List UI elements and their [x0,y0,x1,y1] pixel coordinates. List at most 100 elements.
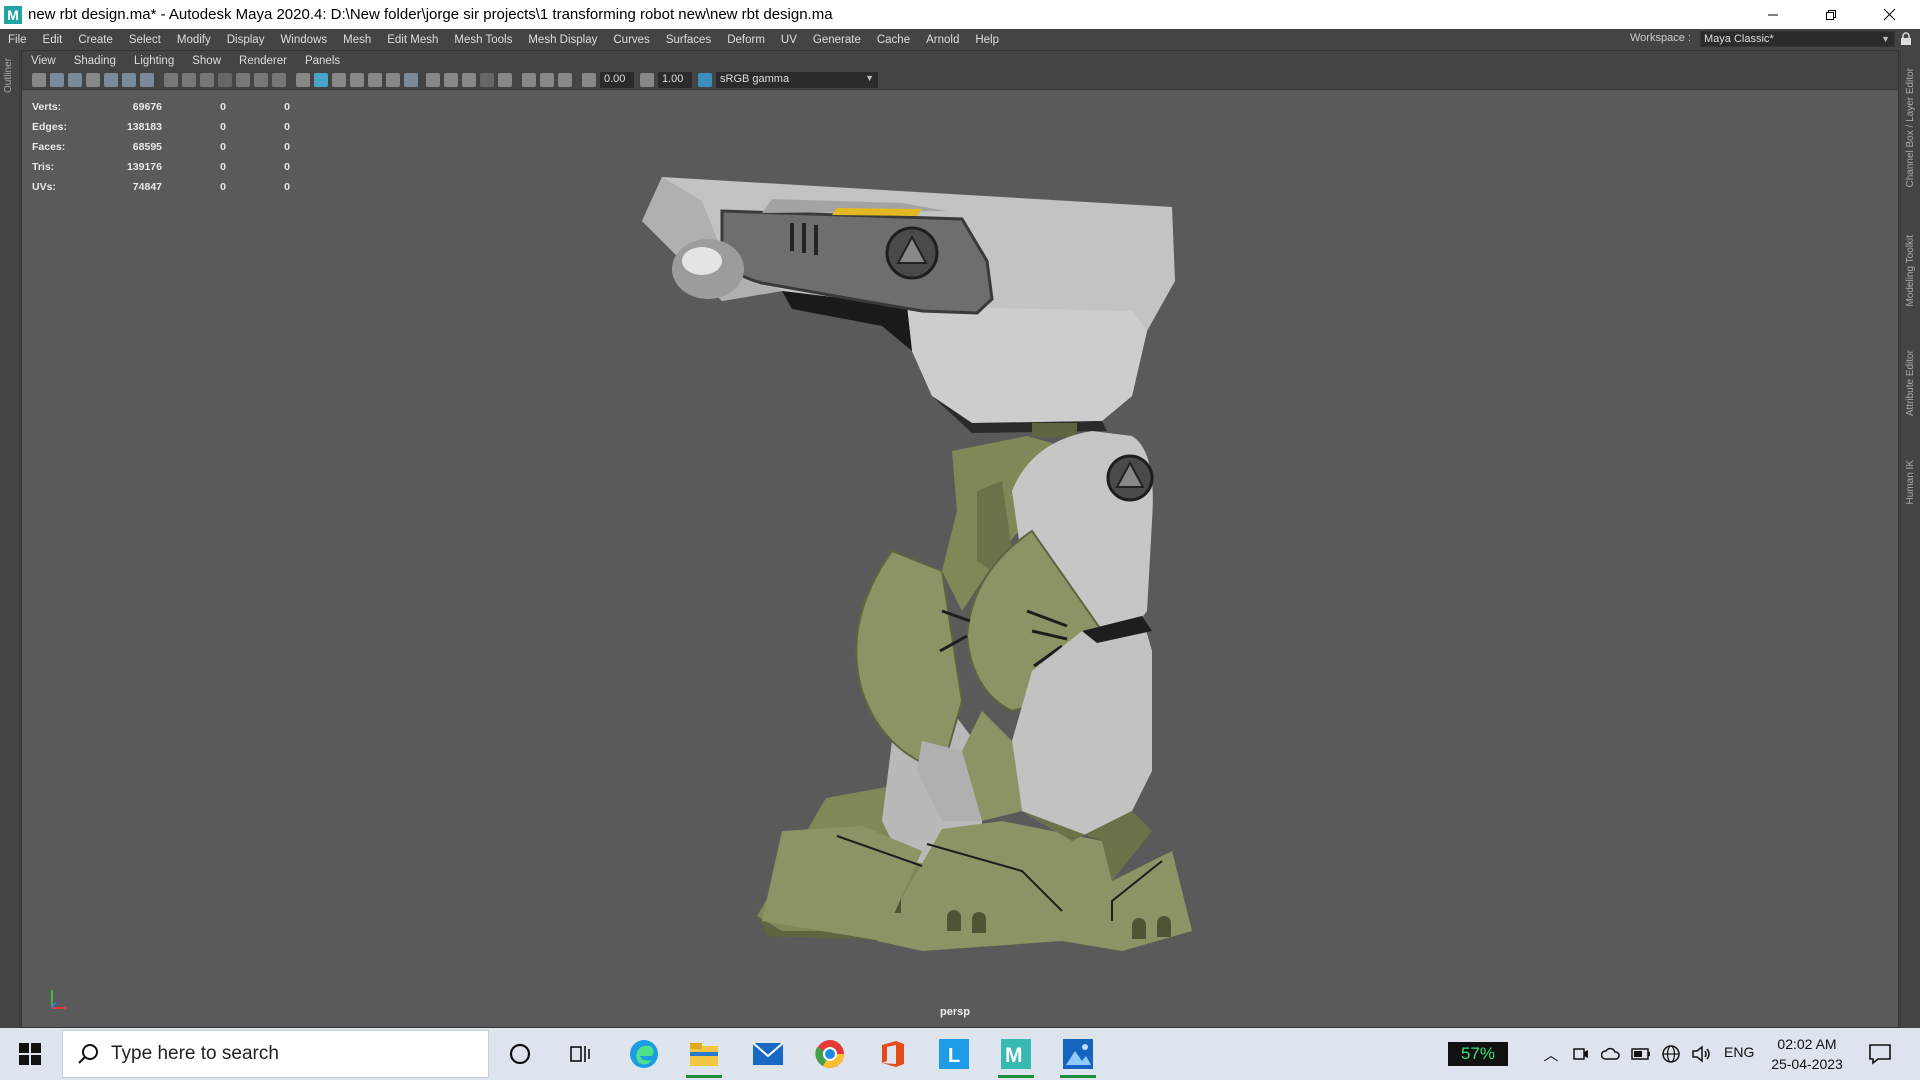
taskbar-search-box[interactable]: Type here to search [62,1030,489,1078]
camera-name-label: persp [940,1006,970,1018]
outliner-tab[interactable]: Outliner [3,58,14,93]
menu-cache[interactable]: Cache [869,34,918,46]
l-app-icon: L [939,1039,969,1069]
chevron-down-icon: ▼ [1881,34,1890,44]
battery-icon [1631,1048,1650,1060]
workspace-dropdown[interactable]: Maya Classic* ▼ [1700,31,1895,47]
workspace-label: Workspace : [1630,32,1691,44]
hud-row-tris: Tris: 139176 0 0 [32,161,290,173]
title-bar: M new rbt design.ma* - Autodesk Maya 202… [0,0,1920,29]
restore-icon [1826,9,1836,20]
channel-box-tab[interactable]: Channel Box / Layer Editor [1905,68,1916,188]
menu-mesh[interactable]: Mesh [335,34,379,46]
svg-text:L: L [948,1045,960,1067]
robot-model-render[interactable] [22,51,1900,1029]
menu-uv[interactable]: UV [773,34,805,46]
menu-windows[interactable]: Windows [272,34,335,46]
camera-icon [1573,1048,1588,1060]
workspace-value: Maya Classic* [1704,33,1774,45]
menu-curves[interactable]: Curves [605,34,657,46]
back-knee-pad [855,549,964,773]
window-title: new rbt design.ma* - Autodesk Maya 2020.… [28,6,833,23]
hud-row-faces: Faces: 68595 0 0 [32,141,290,153]
menu-arnold[interactable]: Arnold [918,34,967,46]
show-hidden-icons-button[interactable]: ︿ [1540,1043,1562,1065]
menu-edit-mesh[interactable]: Edit Mesh [379,34,446,46]
minimize-icon [1768,14,1778,15]
close-button[interactable] [1860,0,1918,29]
mail-icon [752,1042,784,1065]
start-button[interactable] [0,1028,60,1080]
menu-generate[interactable]: Generate [805,34,869,46]
network-button[interactable] [1660,1043,1682,1065]
volume-button[interactable] [1690,1043,1712,1065]
maya-taskbar-button[interactable]: M [994,1032,1038,1078]
search-placeholder: Type here to search [111,1043,279,1064]
menu-file[interactable]: File [0,34,35,46]
edge-taskbar-button[interactable] [622,1032,666,1076]
yellow-accent-stripe [832,208,922,216]
modeling-toolkit-tab[interactable]: Modeling Toolkit [1905,235,1916,307]
menu-deform[interactable]: Deform [719,34,773,46]
menu-edit[interactable]: Edit [35,34,71,46]
menu-select[interactable]: Select [121,34,169,46]
file-explorer-icon [690,1043,718,1066]
toe-notch-4 [1157,916,1171,937]
maya-app-icon: M [4,5,22,24]
onedrive-button[interactable] [1600,1043,1622,1065]
menu-mesh-display[interactable]: Mesh Display [520,34,605,46]
input-language-indicator[interactable]: ENG [1724,1044,1754,1060]
menu-display[interactable]: Display [219,34,273,46]
lock-icon[interactable] [1900,32,1912,46]
globe-icon [1662,1045,1680,1063]
task-view-button[interactable] [558,1032,602,1076]
svg-text:M: M [1005,1044,1023,1067]
meet-now-button[interactable] [1570,1043,1592,1065]
l-app-taskbar-button[interactable]: L [932,1032,976,1076]
attribute-editor-tab[interactable]: Attribute Editor [1905,350,1916,416]
clock-time: 02:02 AM [1777,1036,1837,1052]
hud-row-verts: Verts: 69676 0 0 [32,101,290,113]
file-explorer-taskbar-button[interactable] [682,1032,726,1078]
maya-icon: M [1001,1039,1031,1069]
minimize-button[interactable] [1744,0,1802,29]
chrome-taskbar-button[interactable] [808,1032,852,1076]
photos-icon [1063,1039,1093,1069]
windows-taskbar: Type here to search L M 57% ︿ ENG 02:02 … [0,1028,1920,1080]
menu-help[interactable]: Help [967,34,1007,46]
cloud-icon [1601,1047,1620,1060]
chrome-icon [815,1040,844,1068]
toe-notch-2 [972,912,986,933]
search-icon [78,1044,98,1064]
chevron-up-icon: ︿ [1543,1045,1559,1064]
photos-taskbar-button[interactable] [1056,1032,1100,1078]
cortana-button[interactable] [498,1032,542,1076]
hud-row-uvs: UVs: 74847 0 0 [32,181,290,193]
main-menu-bar: File Edit Create Select Modify Display W… [0,29,1920,50]
toe-notch-1 [947,910,961,931]
neck-connector [1032,423,1077,437]
menu-surfaces[interactable]: Surfaces [658,34,719,46]
battery-percent-badge: 57% [1448,1042,1508,1066]
hud-row-edges: Edges: 138183 0 0 [32,121,290,133]
eye-highlight [682,247,722,275]
mail-taskbar-button[interactable] [746,1032,790,1076]
viewport-panel[interactable]: View Shading Lighting Show Renderer Pane… [21,50,1899,1028]
system-clock[interactable]: 02:02 AM 25-04-2023 [1768,1034,1846,1074]
toe-notch-3 [1132,918,1146,939]
view-axis-gizmo [51,990,66,1009]
office-taskbar-button[interactable] [870,1032,914,1076]
menu-modify[interactable]: Modify [169,34,219,46]
close-icon [1883,8,1895,21]
human-ik-tab[interactable]: Human IK [1905,460,1916,504]
notification-center-icon[interactable] [1868,1042,1892,1066]
visor-panel [720,209,994,315]
restore-button[interactable] [1802,0,1860,29]
task-view-icon [570,1046,590,1062]
edge-icon [630,1040,658,1068]
battery-button[interactable] [1630,1043,1652,1065]
cortana-icon [509,1043,531,1065]
menu-mesh-tools[interactable]: Mesh Tools [446,34,520,46]
poly-count-hud: Verts: 69676 0 0 Edges: 138183 0 0 Faces: 68595… [32,97,290,197]
menu-create[interactable]: Create [70,34,121,46]
